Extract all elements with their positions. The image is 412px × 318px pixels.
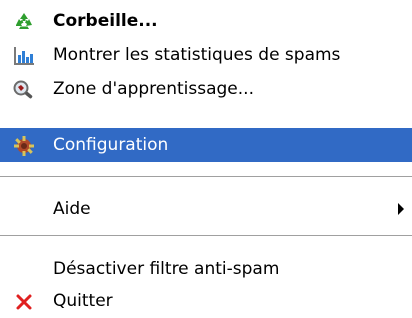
recycle-icon [12, 10, 36, 34]
context-menu: Corbeille... Montrer les statistiques de… [0, 0, 412, 314]
menu-separator [0, 235, 412, 237]
menu-item-label: Aide [53, 199, 91, 219]
magnifier-icon [12, 78, 36, 102]
menu-item-learning-zone[interactable]: Zone d'apprentissage... [0, 72, 412, 106]
menu-item-statistics[interactable]: Montrer les statistiques de spams [0, 38, 412, 72]
close-icon [12, 290, 36, 314]
menu-item-label: Corbeille... [53, 11, 158, 31]
menu-item-disable-filter[interactable]: Désactiver filtre anti-spam [0, 252, 412, 286]
menu-item-aide[interactable]: Aide [0, 192, 412, 226]
menu-item-label: Désactiver filtre anti-spam [53, 259, 280, 279]
menu-item-corbeille[interactable]: Corbeille... [0, 4, 412, 38]
menu-item-label: Montrer les statistiques de spams [53, 45, 341, 65]
bar-chart-icon [12, 44, 36, 68]
submenu-arrow-icon [398, 203, 404, 215]
menu-item-configuration[interactable]: Configuration [0, 128, 412, 162]
gear-icon [12, 134, 36, 158]
menu-item-label: Configuration [53, 135, 169, 155]
menu-separator [0, 176, 412, 178]
menu-item-label: Zone d'apprentissage... [53, 79, 254, 99]
menu-item-label: Quitter [53, 291, 113, 311]
menu-item-quitter[interactable]: Quitter [0, 284, 412, 318]
